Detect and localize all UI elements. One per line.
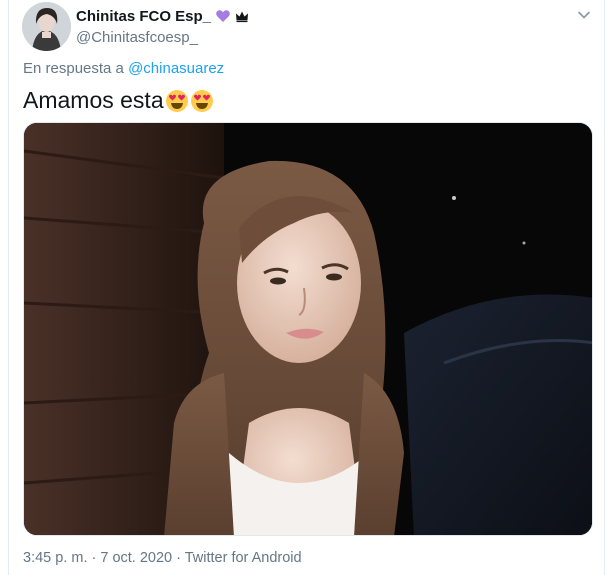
tweet-timestamp[interactable]: 3:45 p. m. · 7 oct. 2020 · Twitter for A… [23,550,302,566]
user-handle[interactable]: @Chinitasfcoesp_ [76,29,249,46]
tweet-text: Amamos esta [23,87,214,114]
reply-mention-link[interactable]: @chinasuarez [128,60,224,77]
tweet-media-photo[interactable] [23,122,593,536]
photo-portrait [24,123,592,535]
avatar-photo [22,2,71,51]
reply-context: En respuesta a @chinasuarez [23,60,224,77]
tweet-card[interactable]: Chinitas FCO Esp_ @Chinitasfcoesp_ En re… [9,0,604,575]
reply-prefix: En respuesta a [23,60,124,77]
purple-heart-icon [216,10,230,22]
heart-eyes-emoji [190,89,213,112]
avatar[interactable] [22,2,71,51]
tweet-author[interactable]: Chinitas FCO Esp_ @Chinitasfcoesp_ [76,6,249,46]
timeline-border-right [604,0,605,575]
crown-icon [236,11,249,23]
heart-eyes-emoji [165,89,188,112]
tweet-body: Amamos esta [23,87,164,113]
display-name[interactable]: Chinitas FCO Esp_ [76,8,211,25]
chevron-down-icon[interactable] [575,6,593,24]
